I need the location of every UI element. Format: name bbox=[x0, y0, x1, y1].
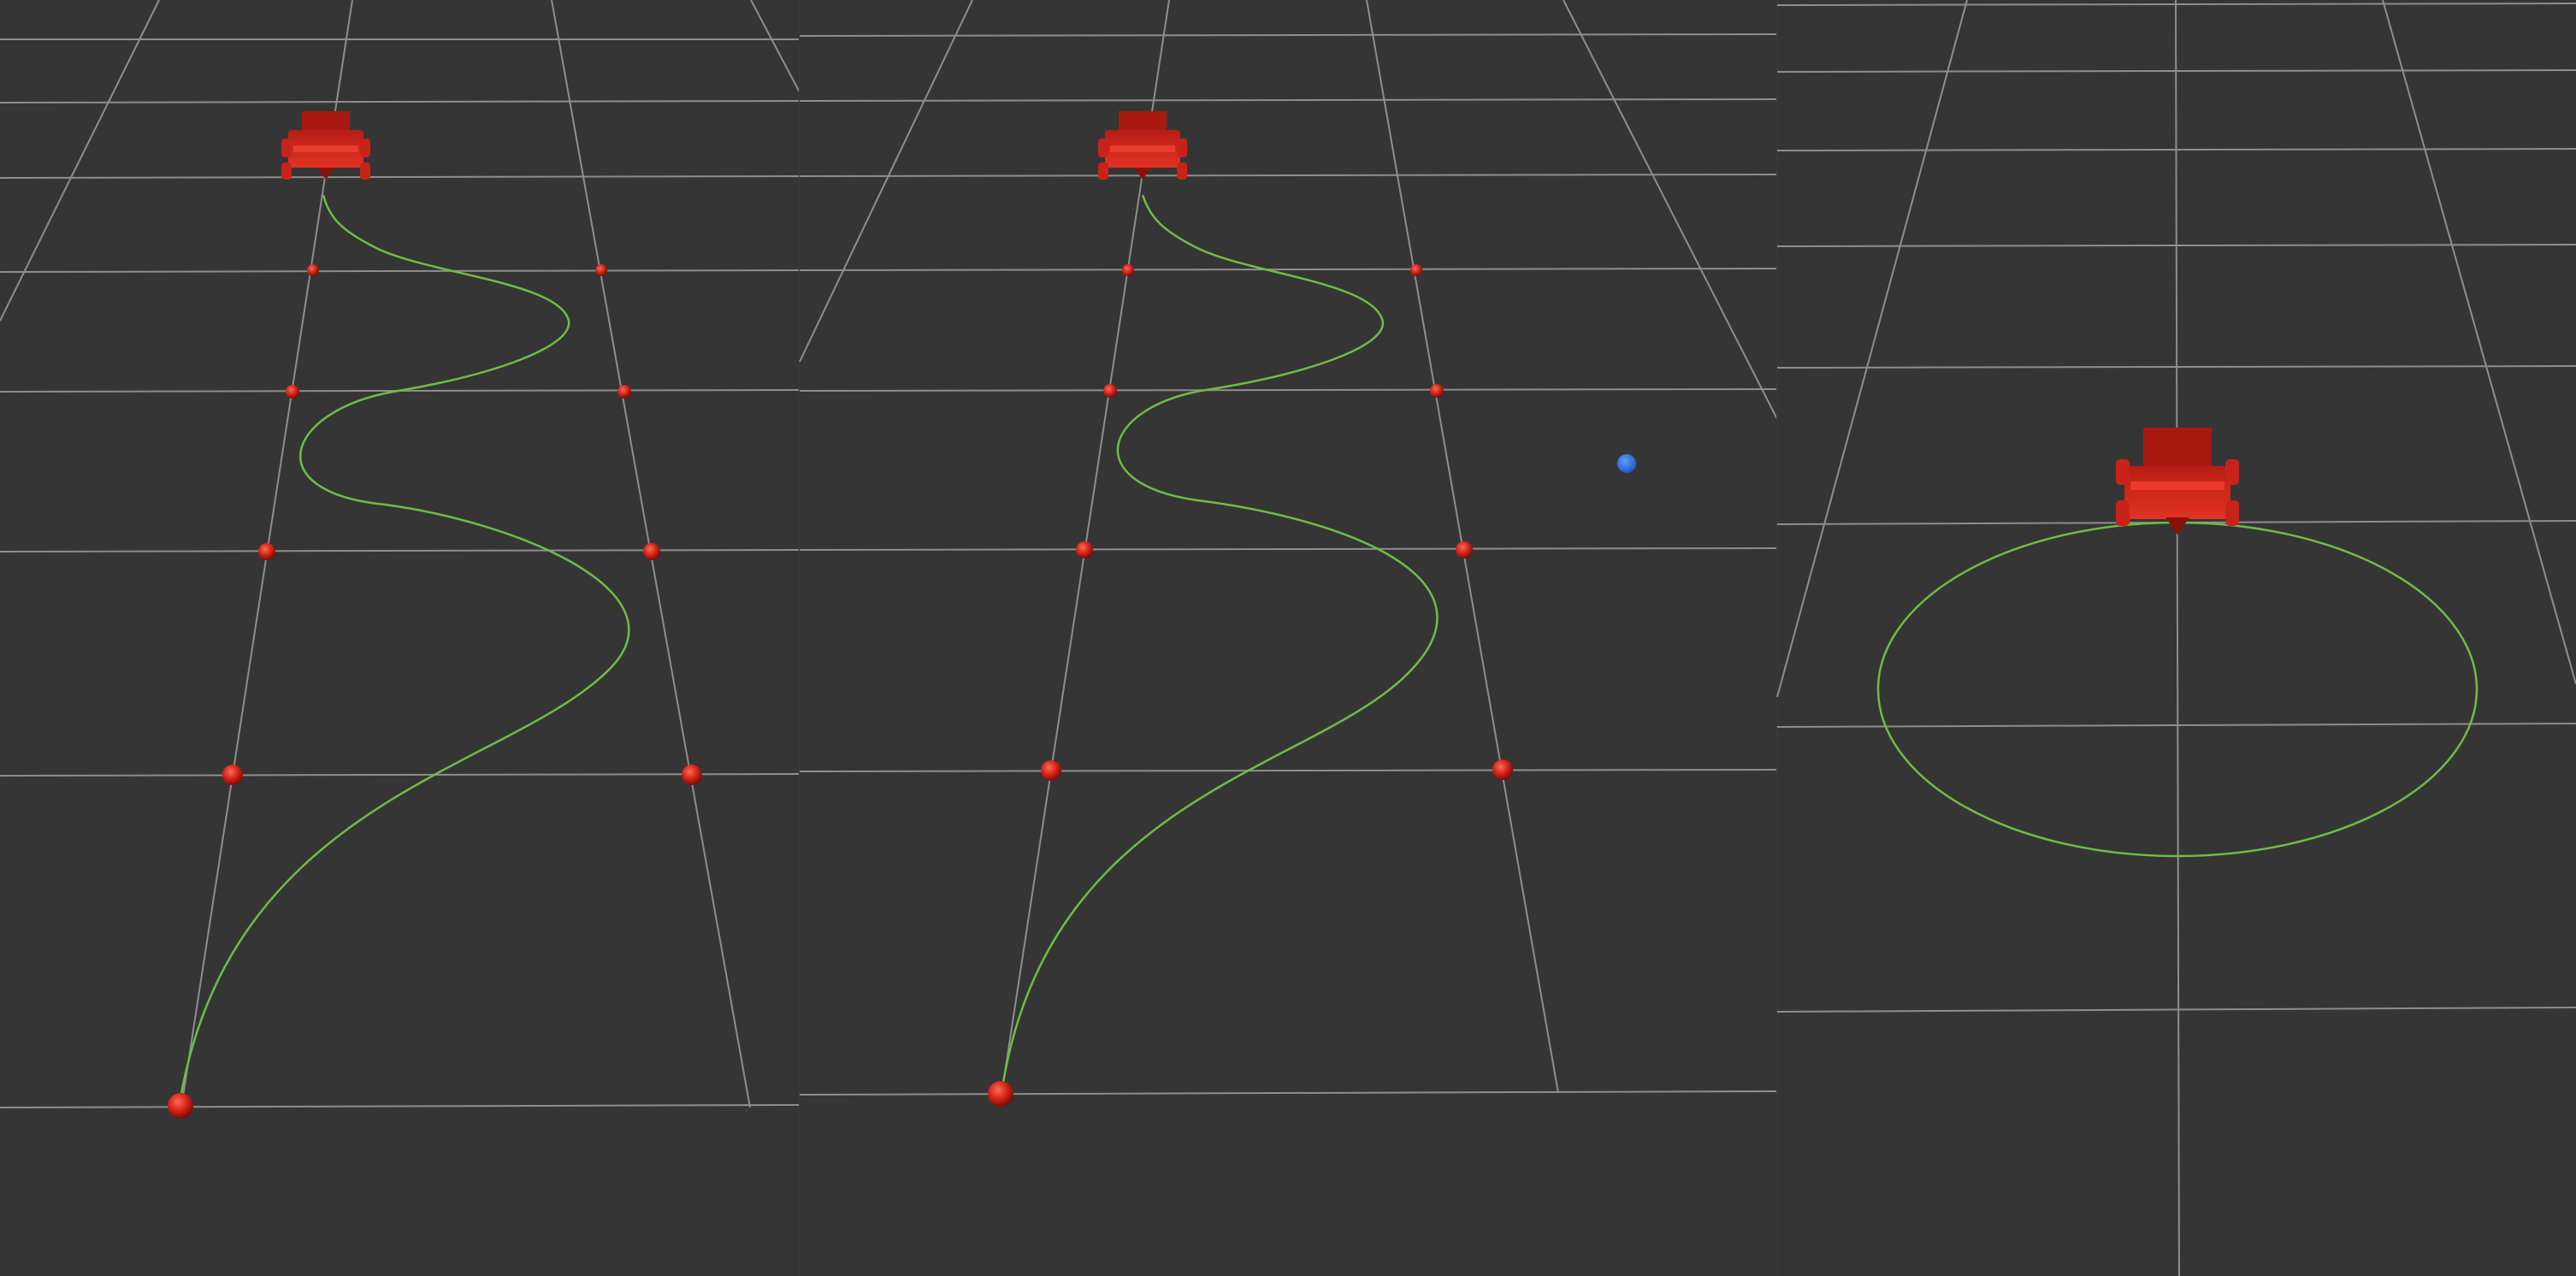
start-marker bbox=[988, 1081, 1013, 1107]
waypoint-marker bbox=[1122, 264, 1134, 276]
waypoint-marker bbox=[1492, 759, 1513, 780]
ground-grid bbox=[1776, 0, 2576, 1276]
waypoint-marker bbox=[1456, 541, 1473, 558]
ground-grid bbox=[799, 0, 1778, 1096]
waypoint-marker bbox=[643, 543, 660, 560]
robot-model bbox=[281, 111, 370, 180]
trajectory-path bbox=[178, 194, 630, 1104]
waypoint-marker bbox=[222, 765, 243, 785]
waypoint-marker bbox=[1410, 264, 1422, 276]
panel-right[interactable] bbox=[1776, 0, 2576, 1276]
robot-model bbox=[1098, 111, 1187, 180]
waypoint-marker bbox=[1430, 384, 1444, 398]
waypoint-marker bbox=[286, 385, 299, 399]
trajectory-path bbox=[1000, 194, 1439, 1094]
goal-marker[interactable] bbox=[1617, 454, 1636, 473]
waypoint-markers bbox=[168, 264, 702, 1119]
panel-middle[interactable] bbox=[799, 0, 1778, 1107]
waypoint-marker bbox=[1103, 384, 1117, 398]
waypoint-marker bbox=[595, 264, 607, 276]
robot-model bbox=[2116, 428, 2239, 535]
waypoint-marker bbox=[258, 543, 275, 560]
waypoint-marker bbox=[617, 385, 631, 399]
ground-grid bbox=[0, 0, 801, 1108]
waypoint-marker bbox=[307, 264, 319, 276]
start-marker bbox=[168, 1093, 193, 1119]
3d-viewport[interactable] bbox=[0, 0, 2576, 1276]
waypoint-marker bbox=[1041, 760, 1061, 781]
waypoint-marker bbox=[682, 765, 702, 785]
waypoint-marker bbox=[1076, 541, 1093, 558]
panel-left[interactable] bbox=[0, 0, 801, 1119]
